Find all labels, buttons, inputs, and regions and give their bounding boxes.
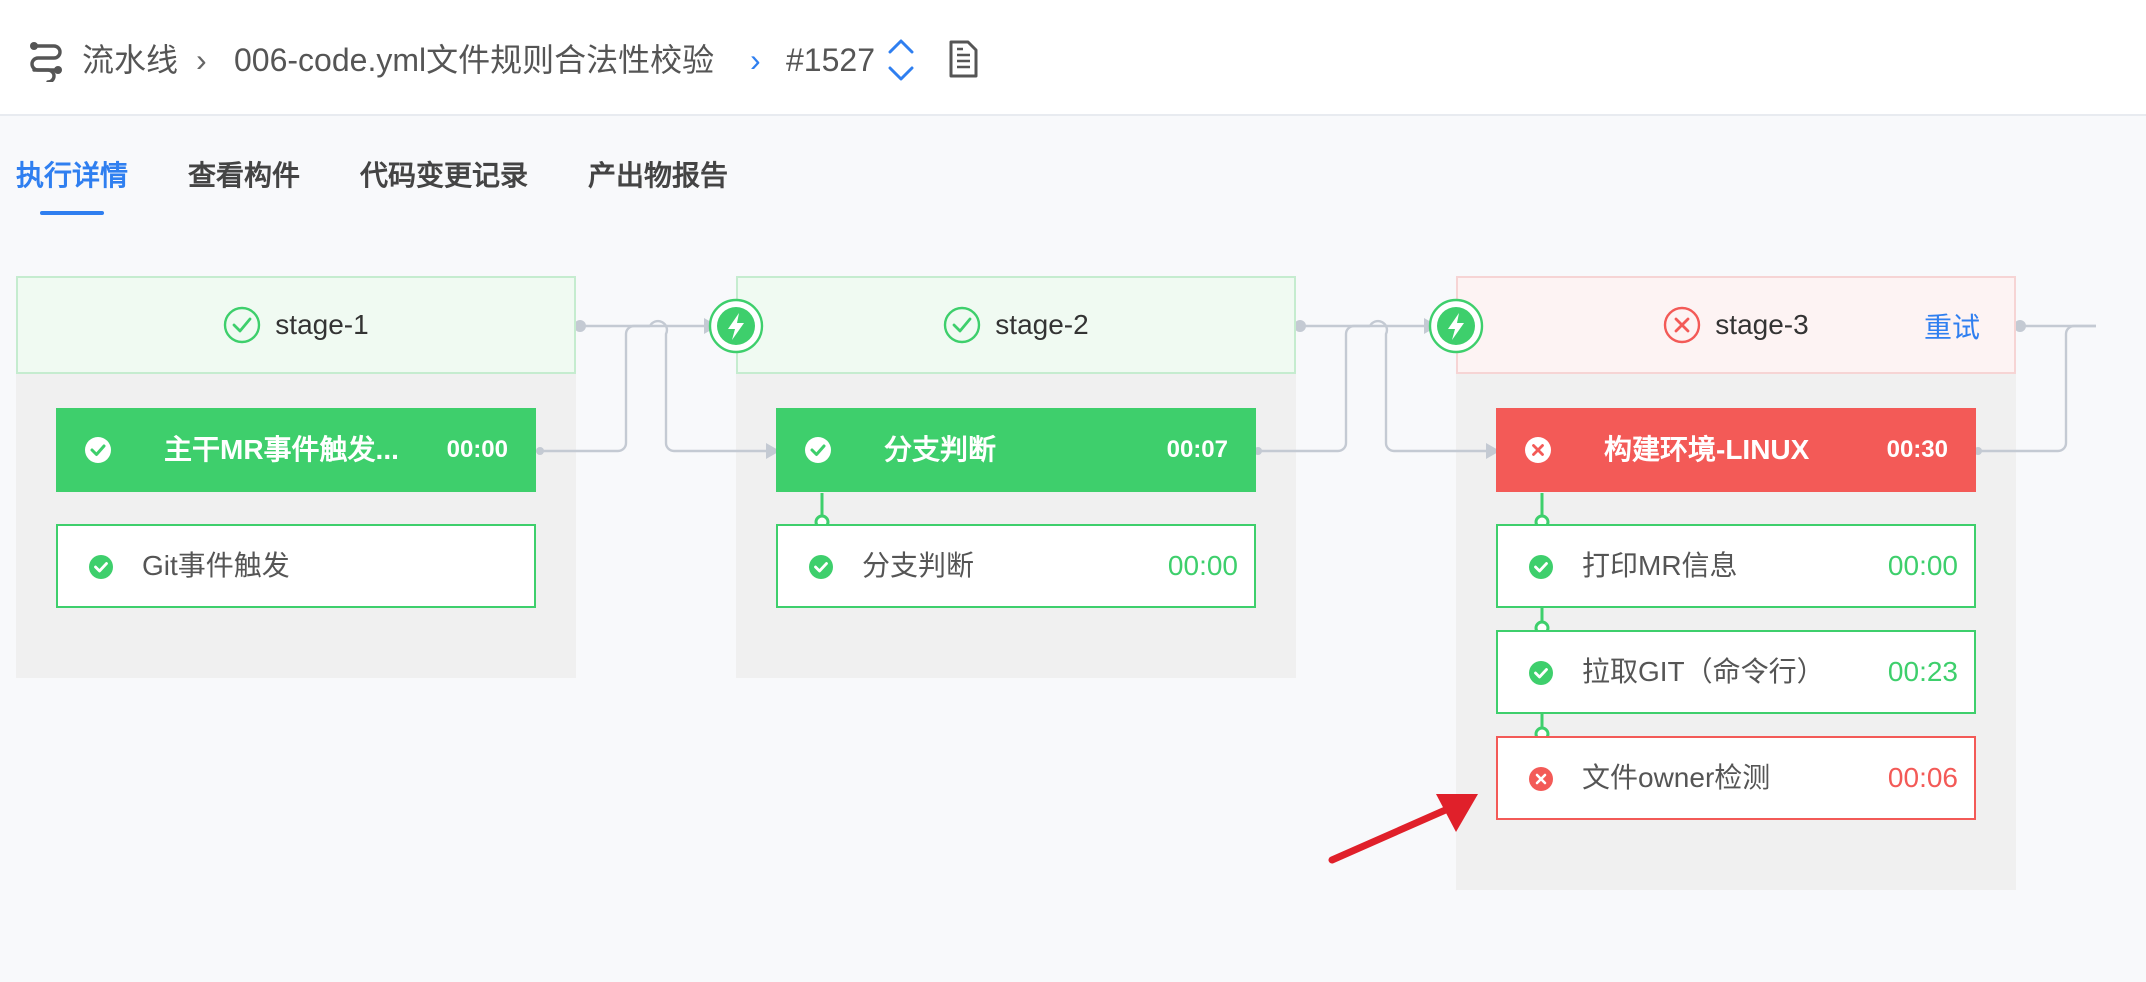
step-duration: 00:23	[1887, 656, 1958, 687]
step-card[interactable]: 拉取GIT（命令行） 00:23	[1496, 630, 1976, 714]
check-circle-icon	[89, 555, 113, 579]
job-duration: 00:30	[1886, 436, 1948, 463]
check-circle-icon	[805, 437, 831, 463]
check-circle-icon	[1529, 555, 1553, 579]
step-name: 分支判断	[862, 550, 975, 581]
job-duration: 00:07	[1166, 436, 1228, 463]
step-card[interactable]: 分支判断 00:00	[776, 524, 1256, 608]
close-circle-icon	[1664, 306, 1701, 344]
step-name: 文件owner检测	[1582, 762, 1771, 793]
lightning-icon[interactable]	[708, 298, 764, 354]
step-card[interactable]: 打印MR信息 00:00	[1496, 524, 1976, 608]
step-duration: 00:06	[1887, 762, 1958, 793]
job-name: 构建环境-LINUX	[1604, 434, 1810, 465]
job-card[interactable]: 分支判断 00:07	[776, 408, 1256, 492]
job-name: 主干MR事件触发...	[164, 434, 399, 465]
check-circle-icon	[224, 306, 261, 344]
lightning-icon[interactable]	[1428, 298, 1484, 354]
stage-3-header[interactable]: stage-3 重试	[1456, 276, 2016, 374]
stage-1-header[interactable]: stage-1	[16, 276, 576, 374]
step-card-failed[interactable]: 文件owner检测 00:06	[1496, 736, 1976, 820]
annotation-arrow-icon	[1328, 794, 1478, 864]
check-circle-icon	[944, 306, 981, 344]
step-name: Git事件触发	[142, 550, 290, 581]
stage-2-header[interactable]: stage-2	[736, 276, 1296, 374]
check-circle-icon	[1529, 661, 1553, 685]
stage-2-name: stage-2	[995, 309, 1089, 340]
step-name: 拉取GIT（命令行）	[1582, 656, 1825, 687]
step-card[interactable]: Git事件触发	[56, 524, 536, 608]
job-duration: 00:00	[446, 436, 508, 463]
close-circle-icon	[1529, 767, 1553, 791]
step-duration: 00:00	[1887, 550, 1958, 581]
retry-button[interactable]: 重试	[1924, 306, 1980, 346]
check-circle-icon	[85, 437, 111, 463]
stage-3-name: stage-3	[1715, 309, 1809, 340]
step-duration: 00:00	[1167, 550, 1238, 581]
job-card[interactable]: 主干MR事件触发... 00:00	[56, 408, 536, 492]
job-name: 分支判断	[884, 434, 997, 465]
check-circle-icon	[809, 555, 833, 579]
stage-1-name: stage-1	[275, 309, 369, 340]
job-card[interactable]: 构建环境-LINUX 00:30	[1496, 408, 1976, 492]
close-circle-icon	[1525, 437, 1551, 463]
step-name: 打印MR信息	[1582, 550, 1738, 581]
